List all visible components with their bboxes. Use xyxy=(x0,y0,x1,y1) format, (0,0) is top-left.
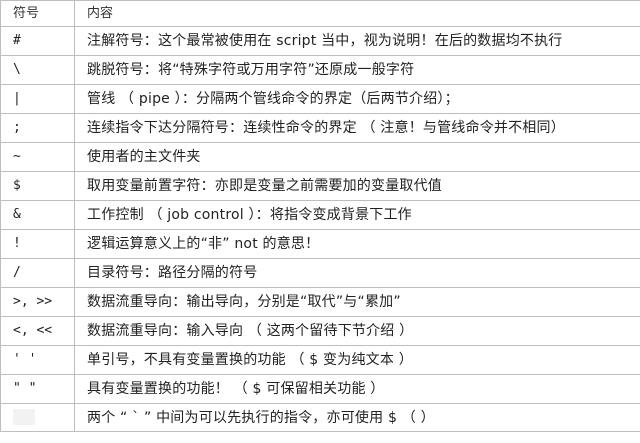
description-cell: 连续指令下达分隔符号：连续性命令的界定 （ 注意！与管线命令并不相同） xyxy=(74,113,640,143)
symbol-cell: <, << xyxy=(0,316,75,346)
table-row: ~ 使用者的主文件夹 xyxy=(0,142,640,172)
description-cell: 使用者的主文件夹 xyxy=(74,142,640,172)
symbol-cell: & xyxy=(0,200,75,230)
symbol-cell: # xyxy=(0,26,75,56)
symbol-cell: ; xyxy=(0,113,75,143)
symbol-cell: ~ xyxy=(0,142,75,172)
table-row: / 目录符号：路径分隔的符号 xyxy=(0,258,640,288)
table-row: 两个 “ ` ” 中间为可以先执行的指令，亦可使用 $ （ ） xyxy=(0,403,640,432)
description-cell: 逻辑运算意义上的“非” not 的意思！ xyxy=(74,229,640,259)
symbol-cell: ' ' xyxy=(0,345,75,375)
table-row: # 注解符号：这个最常被使用在 script 当中，视为说明！在后的数据均不执行 xyxy=(0,26,640,56)
table-row: $ 取用变量前置字符：亦即是变量之前需要加的变量取代值 xyxy=(0,171,640,201)
description-cell: 具有变量置换的功能！ （ $ 可保留相关功能 ） xyxy=(74,374,640,404)
table-row: \ 跳脱符号：将“特殊字符或万用字符”还原成一般字符 xyxy=(0,55,640,85)
table-row: & 工作控制 （ job control ）：将指令变成背景下工作 xyxy=(0,200,640,230)
description-cell: 管线 （ pipe ）：分隔两个管线命令的界定（后两节介绍）； xyxy=(74,84,640,114)
header-content: 内容 xyxy=(74,0,640,27)
table-row: ! 逻辑运算意义上的“非” not 的意思！ xyxy=(0,229,640,259)
symbol-cell: " " xyxy=(0,374,75,404)
table-row: <, << 数据流重导向：输入导向 （ 这两个留待下节介绍 ） xyxy=(0,316,640,346)
header-symbol: 符号 xyxy=(0,0,75,27)
description-cell: 数据流重导向：输出导向，分别是“取代”与“累加” xyxy=(74,287,640,317)
description-cell: 注解符号：这个最常被使用在 script 当中，视为说明！在后的数据均不执行 xyxy=(74,26,640,56)
backtick-symbol-placeholder xyxy=(13,409,35,426)
symbol-cell: ! xyxy=(0,229,75,259)
description-cell: 两个 “ ` ” 中间为可以先执行的指令，亦可使用 $ （ ） xyxy=(74,403,640,432)
table-row: | 管线 （ pipe ）：分隔两个管线命令的界定（后两节介绍）； xyxy=(0,84,640,114)
description-cell: 目录符号：路径分隔的符号 xyxy=(74,258,640,288)
special-symbols-table: 符号 内容 # 注解符号：这个最常被使用在 script 当中，视为说明！在后的… xyxy=(0,0,640,432)
symbol-cell: | xyxy=(0,84,75,114)
symbol-cell: $ xyxy=(0,171,75,201)
description-cell: 取用变量前置字符：亦即是变量之前需要加的变量取代值 xyxy=(74,171,640,201)
symbol-cell xyxy=(0,403,75,432)
description-cell: 数据流重导向：输入导向 （ 这两个留待下节介绍 ） xyxy=(74,316,640,346)
symbol-cell: / xyxy=(0,258,75,288)
symbol-cell: >, >> xyxy=(0,287,75,317)
description-cell: 单引号，不具有变量置换的功能 （ $ 变为纯文本 ） xyxy=(74,345,640,375)
description-cell: 工作控制 （ job control ）：将指令变成背景下工作 xyxy=(74,200,640,230)
table-row: ' ' 单引号，不具有变量置换的功能 （ $ 变为纯文本 ） xyxy=(0,345,640,375)
table-row: " " 具有变量置换的功能！ （ $ 可保留相关功能 ） xyxy=(0,374,640,404)
table-row: >, >> 数据流重导向：输出导向，分别是“取代”与“累加” xyxy=(0,287,640,317)
table-row: ; 连续指令下达分隔符号：连续性命令的界定 （ 注意！与管线命令并不相同） xyxy=(0,113,640,143)
table-header-row: 符号 内容 xyxy=(0,0,640,27)
symbol-cell: \ xyxy=(0,55,75,85)
description-cell: 跳脱符号：将“特殊字符或万用字符”还原成一般字符 xyxy=(74,55,640,85)
symbol-reference-sheet: 符号 内容 # 注解符号：这个最常被使用在 script 当中，视为说明！在后的… xyxy=(0,0,640,443)
